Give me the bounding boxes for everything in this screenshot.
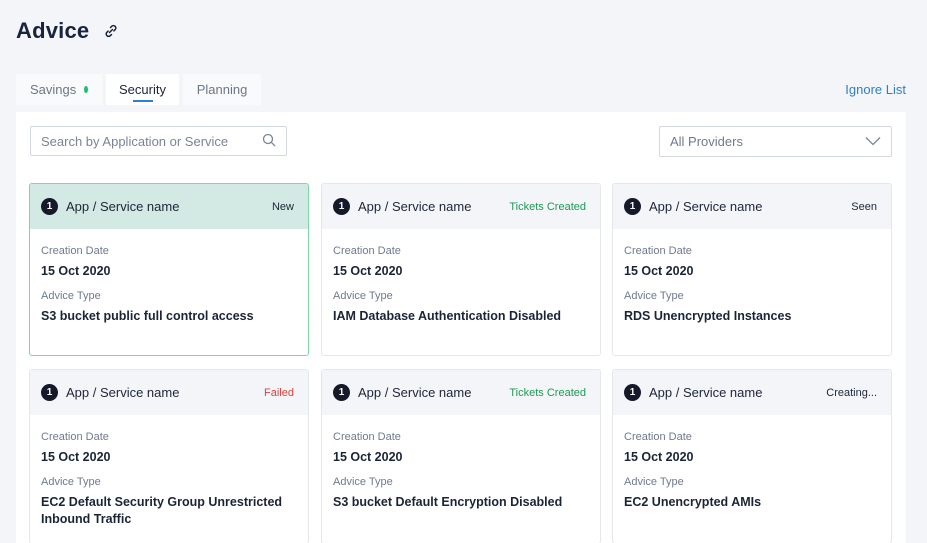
creation-date-value: 15 Oct 2020 — [333, 450, 403, 464]
status-badge: Tickets Created — [509, 386, 586, 399]
page-title: Advice — [16, 18, 90, 43]
advice-card[interactable]: 1 App / Service name Failed Creation Dat… — [29, 369, 309, 543]
advice-type-value: IAM Database Authentication Disabled — [333, 309, 562, 323]
card-header: 1 App / Service name Creating... — [613, 370, 891, 415]
tab-security[interactable]: Security — [106, 74, 179, 105]
app-service-name: App / Service name — [358, 199, 472, 214]
provider-selected-value: All Providers — [670, 134, 743, 149]
advice-type-label: Advice Type — [333, 476, 393, 488]
card-header: 1 App / Service name Failed — [30, 370, 308, 415]
creation-date-label: Creation Date — [333, 245, 401, 257]
advice-card[interactable]: 1 App / Service name Tickets Created Cre… — [321, 183, 601, 356]
status-badge: Creating... — [826, 386, 877, 399]
creation-date-label: Creation Date — [41, 245, 109, 257]
creation-date-value: 15 Oct 2020 — [333, 264, 403, 278]
card-body: Creation Date 15 Oct 2020 Advice Type EC… — [613, 415, 891, 511]
count-badge: 1 — [624, 384, 641, 401]
count-badge: 1 — [333, 198, 350, 215]
advice-card[interactable]: 1 App / Service name Creating... Creatio… — [612, 369, 892, 543]
creation-date-value: 15 Oct 2020 — [41, 264, 111, 278]
advice-panel: Search by Application or Service All Pro… — [16, 112, 906, 543]
card-header: 1 App / Service name New — [30, 184, 308, 229]
tab-planning[interactable]: Planning — [183, 74, 261, 105]
advice-card[interactable]: 1 App / Service name Tickets Created Cre… — [321, 369, 601, 543]
count-badge: 1 — [41, 384, 58, 401]
advice-card[interactable]: 1 App / Service name New Creation Date 1… — [29, 183, 309, 356]
ignore-list-link[interactable]: Ignore List — [845, 82, 906, 97]
app-service-name: App / Service name — [358, 385, 472, 400]
creation-date-value: 15 Oct 2020 — [624, 450, 694, 464]
advice-type-label: Advice Type — [333, 290, 393, 302]
advice-type-value: RDS Unencrypted Instances — [624, 309, 792, 323]
creation-date-label: Creation Date — [624, 431, 692, 443]
card-body: Creation Date 15 Oct 2020 Advice Type S3… — [322, 415, 600, 511]
creation-date-label: Creation Date — [333, 431, 401, 443]
savings-indicator-dot — [84, 86, 88, 93]
app-service-name: App / Service name — [649, 199, 763, 214]
tab-label: Security — [119, 82, 166, 97]
advice-tabs: Savings Security Planning — [16, 74, 261, 105]
link-icon[interactable] — [103, 23, 119, 39]
card-body: Creation Date 15 Oct 2020 Advice Type RD… — [613, 229, 891, 325]
advice-type-label: Advice Type — [41, 476, 101, 488]
tab-savings[interactable]: Savings — [16, 74, 102, 105]
advice-type-value: EC2 Unencrypted AMIs — [624, 495, 762, 509]
card-header: 1 App / Service name Tickets Created — [322, 370, 600, 415]
advice-type-value: S3 bucket Default Encryption Disabled — [333, 495, 563, 509]
tab-label: Savings — [30, 82, 77, 97]
app-service-name: App / Service name — [66, 199, 180, 214]
status-badge: New — [271, 200, 294, 213]
count-badge: 1 — [333, 384, 350, 401]
status-badge: Tickets Created — [509, 200, 586, 213]
search-icon[interactable] — [262, 133, 276, 150]
card-body: Creation Date 15 Oct 2020 Advice Type IA… — [322, 229, 600, 325]
creation-date-value: 15 Oct 2020 — [41, 450, 111, 464]
card-header: 1 App / Service name Seen — [613, 184, 891, 229]
creation-date-label: Creation Date — [41, 431, 109, 443]
provider-select[interactable]: All Providers — [659, 126, 892, 157]
status-badge: Failed — [264, 386, 294, 399]
app-service-name: App / Service name — [649, 385, 763, 400]
card-header: 1 App / Service name Tickets Created — [322, 184, 600, 229]
card-body: Creation Date 15 Oct 2020 Advice Type S3… — [30, 229, 308, 325]
count-badge: 1 — [624, 198, 641, 215]
app-service-name: App / Service name — [66, 385, 180, 400]
advice-type-label: Advice Type — [41, 290, 101, 302]
creation-date-label: Creation Date — [624, 245, 692, 257]
count-badge: 1 — [41, 198, 58, 215]
advice-type-label: Advice Type — [624, 290, 684, 302]
page-header: Advice — [16, 18, 119, 44]
advice-type-label: Advice Type — [624, 476, 684, 488]
chevron-down-icon — [865, 134, 881, 149]
search-placeholder: Search by Application or Service — [41, 133, 229, 149]
creation-date-value: 15 Oct 2020 — [624, 264, 694, 278]
card-body: Creation Date 15 Oct 2020 Advice Type EC… — [30, 415, 308, 528]
status-badge: Seen — [851, 200, 877, 213]
advice-type-value: EC2 Default Security Group Unrestricted … — [41, 495, 283, 526]
tab-label: Planning — [196, 82, 248, 97]
search-input[interactable]: Search by Application or Service — [30, 126, 287, 156]
advice-type-value: S3 bucket public full control access — [41, 309, 254, 323]
advice-card[interactable]: 1 App / Service name Seen Creation Date … — [612, 183, 892, 356]
